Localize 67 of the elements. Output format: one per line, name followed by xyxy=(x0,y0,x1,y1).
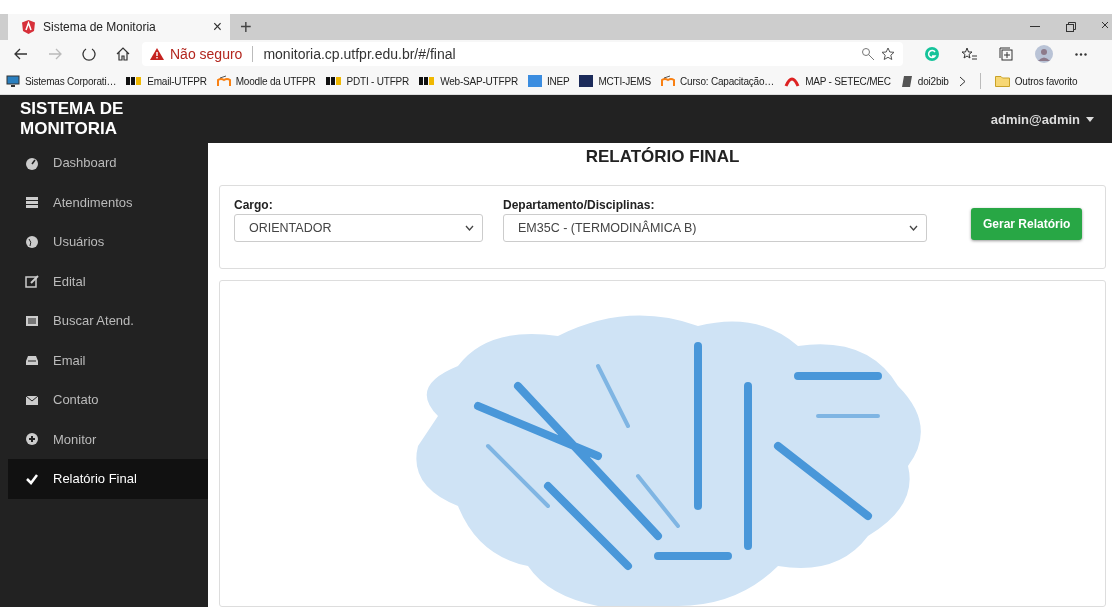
bookmark-link[interactable]: Email-UTFPR xyxy=(147,75,207,87)
monitor-icon xyxy=(6,74,20,88)
moodle-icon xyxy=(661,75,676,87)
chevron-right-icon[interactable] xyxy=(958,75,966,87)
bookmark-link[interactable]: MCTI-JEMS xyxy=(598,75,652,87)
sidebar-item[interactable]: Relatório Final xyxy=(8,459,208,499)
refresh-icon[interactable] xyxy=(82,47,96,61)
sidebar-item[interactable]: Edital xyxy=(8,261,208,301)
address-bar[interactable]: Não seguro monitoria.cp.utfpr.edu.br/#/final xyxy=(142,42,903,66)
restore-icon[interactable] xyxy=(1066,22,1076,32)
bookmark-link[interactable]: Sistemas Corporati… xyxy=(25,75,117,87)
user-menu[interactable]: admin@admin xyxy=(208,95,1112,143)
new-tab-button[interactable]: + xyxy=(230,14,262,40)
shield-logo-icon xyxy=(22,20,35,34)
sidebar-item[interactable]: Atendimentos xyxy=(8,182,208,222)
utf-logo-icon xyxy=(325,77,342,85)
bookmark-link[interactable]: Web-SAP-UTFPR xyxy=(440,75,518,87)
bookmark-link[interactable]: INEP xyxy=(546,75,570,87)
page-title: RELATÓRIO FINAL xyxy=(584,147,741,167)
server-icon xyxy=(25,195,39,210)
bookmark-link[interactable]: doi2bib xyxy=(917,75,949,87)
tab-title: Sistema de Monitoria xyxy=(43,20,157,34)
utf-logo-icon xyxy=(419,77,436,85)
list-icon xyxy=(25,313,39,328)
sidebar-item[interactable]: Contato xyxy=(8,380,208,420)
security-label: Não seguro xyxy=(170,46,243,62)
select-field[interactable]: EM35C - (TERMODINÂMICA B) xyxy=(503,214,927,242)
caret-icon xyxy=(1086,116,1094,122)
bookmark-link[interactable]: Curso: Capacitação… xyxy=(680,75,775,87)
warning-icon xyxy=(150,48,164,60)
bookmark-link[interactable]: PDTI - UTFPR xyxy=(346,75,410,87)
app-title: SISTEMA DE MONITORIA xyxy=(19,98,125,140)
sidebar-item[interactable]: Usuários xyxy=(8,222,208,262)
sidebar-item[interactable]: Monitor xyxy=(8,419,208,459)
plus-icon xyxy=(25,432,39,447)
url-text: monitoria.cp.utfpr.edu.br/#/final xyxy=(263,46,456,62)
inbox-icon xyxy=(25,353,39,368)
utf-logo-icon xyxy=(126,77,143,85)
more-icon[interactable] xyxy=(1075,52,1087,56)
jems-icon xyxy=(579,75,594,87)
close-tab-button[interactable]: × xyxy=(212,18,222,36)
minimize-icon[interactable] xyxy=(1030,26,1040,28)
sidebar-item[interactable]: Email xyxy=(8,340,208,380)
back-icon[interactable] xyxy=(14,48,28,60)
bookmark-link[interactable]: MAP - SETEC/MEC xyxy=(805,75,891,87)
moodle-icon xyxy=(216,75,231,87)
home-icon[interactable] xyxy=(116,47,130,61)
arc-icon xyxy=(784,75,801,87)
field-label: Cargo: xyxy=(234,198,274,212)
favorites-icon[interactable] xyxy=(961,47,977,61)
star-icon[interactable] xyxy=(881,47,895,61)
sidebar-item[interactable]: Buscar Atend. xyxy=(8,301,208,341)
select-field[interactable]: ORIENTADOR xyxy=(234,214,483,242)
gauge-icon xyxy=(25,155,39,170)
bookmark-link[interactable]: Moodle da UTFPR xyxy=(235,75,316,87)
chevron-down-icon xyxy=(465,225,474,231)
collections-icon[interactable] xyxy=(999,47,1013,61)
chevron-down-icon xyxy=(909,225,918,231)
sidebar-item[interactable]: Dashboard xyxy=(8,143,208,183)
inep-icon xyxy=(527,75,542,87)
book-icon xyxy=(900,74,913,88)
edit-icon xyxy=(25,274,39,289)
field-label: Departamento/Disciplinas: xyxy=(503,198,656,212)
browser-tab[interactable]: Sistema de Monitoria × xyxy=(8,14,230,40)
folder-icon xyxy=(994,75,1010,87)
bookmark-folder[interactable]: Outros favorito xyxy=(1014,75,1078,87)
avatar-icon[interactable] xyxy=(1035,45,1053,63)
